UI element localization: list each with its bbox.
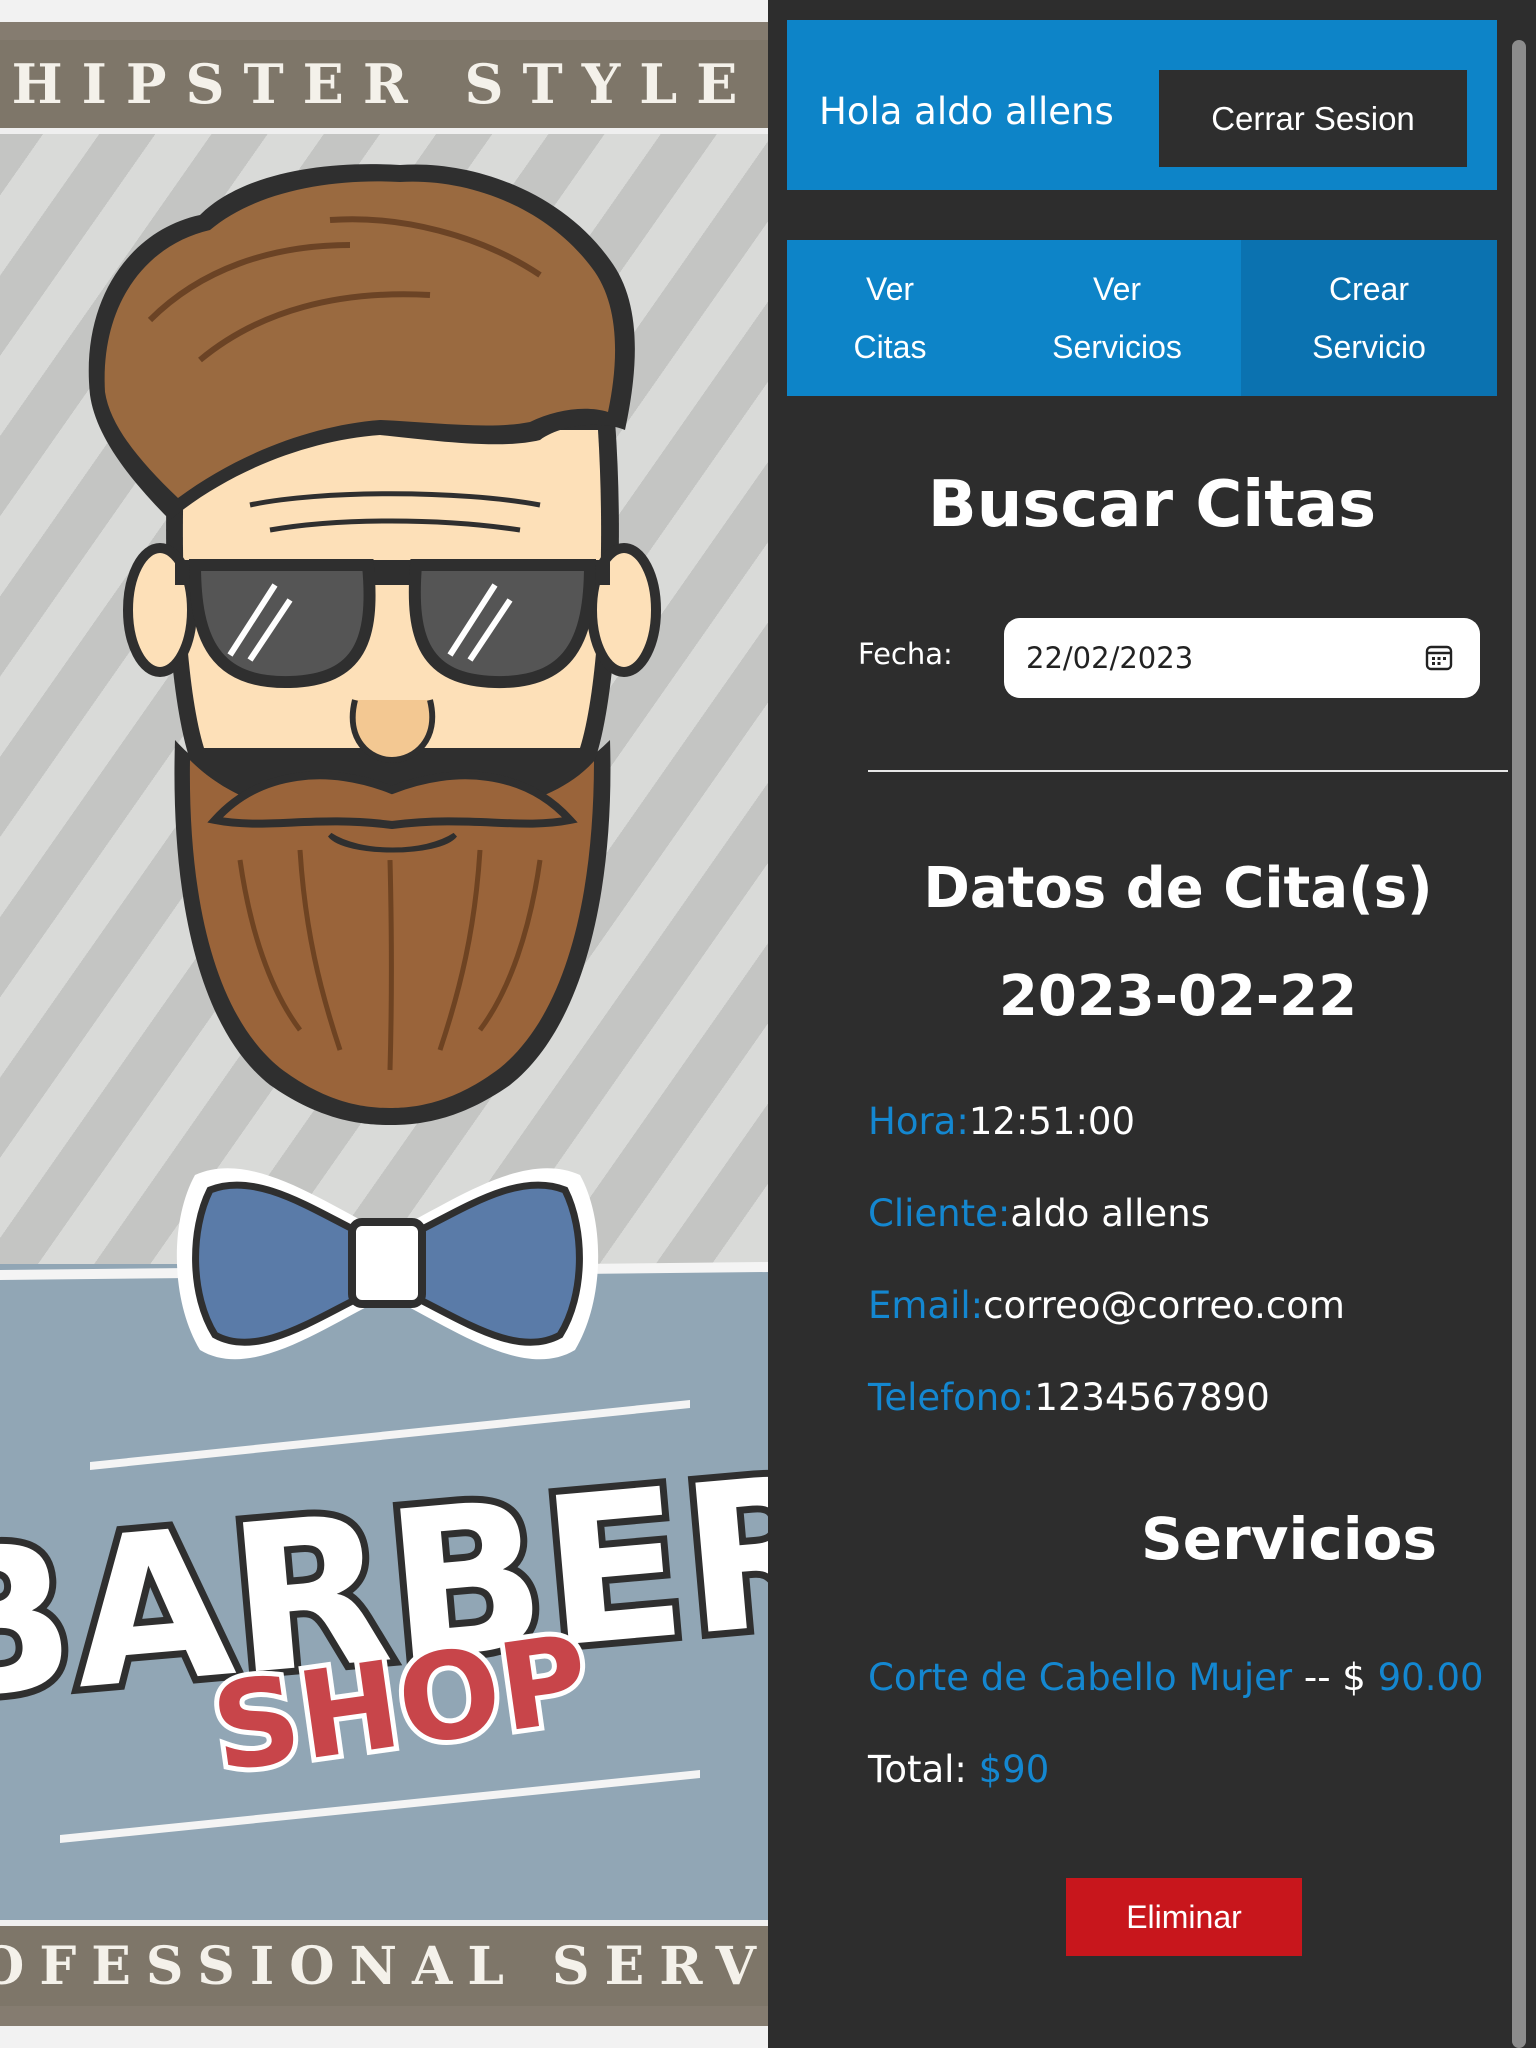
tab-crear-servicio[interactable]: Crear Servicio <box>1241 240 1497 396</box>
services-total: Total: $90 <box>868 1748 1049 1791</box>
field-value: 1234567890 <box>1034 1376 1270 1419</box>
nav-bar: Ver Citas Ver Servicios Crear Servicio <box>787 240 1497 396</box>
tab-ver-citas-line2: Citas <box>853 329 927 365</box>
barber-shop-logo: BARBER SHOP <box>0 1424 768 1804</box>
tab-crear-servicio-line1: Crear <box>1328 271 1409 307</box>
tab-ver-servicios[interactable]: Ver Servicios <box>993 240 1241 396</box>
logout-button[interactable]: Cerrar Sesion <box>1159 70 1467 167</box>
tab-ver-citas-line1: Ver <box>865 271 915 307</box>
greeting-text: Hola aldo allens <box>819 90 1114 133</box>
services-title: Servicios <box>1140 1505 1438 1573</box>
service-name: Corte de Cabello Mujer <box>868 1656 1293 1699</box>
appointment-field-email: Email:correo@correo.com <box>868 1284 1345 1327</box>
field-value: 12:51:00 <box>968 1100 1135 1143</box>
delete-button[interactable]: Eliminar <box>1066 1878 1302 1956</box>
date-label: Fecha: <box>858 637 953 671</box>
header-bar: Hola aldo allens Cerrar Sesion <box>787 20 1497 190</box>
tab-ver-servicios-line2: Servicios <box>1052 329 1182 365</box>
total-label: Total: <box>868 1748 979 1791</box>
poster-top-text: HIPSTER STYLE <box>11 52 757 116</box>
total-value: $90 <box>978 1748 1050 1791</box>
field-label: Cliente: <box>868 1192 1011 1235</box>
field-value: aldo allens <box>1010 1192 1210 1235</box>
poster-bottom-text: PROFESSIONAL SERVICE <box>0 1935 768 1997</box>
appointment-title: Datos de Cita(s) 2023-02-22 <box>923 856 1433 1029</box>
bowtie-icon <box>176 1168 599 1360</box>
field-value: correo@correo.com <box>983 1284 1345 1327</box>
appointment-field-telefono: Telefono:1234567890 <box>868 1376 1270 1419</box>
tab-crear-servicio-line2: Servicio <box>1312 329 1426 365</box>
appointment-field-hora: Hora:12:51:00 <box>868 1100 1135 1143</box>
field-label: Email: <box>868 1284 984 1327</box>
tab-ver-citas[interactable]: Ver Citas <box>787 240 993 396</box>
section-divider <box>868 770 1508 772</box>
field-label: Telefono: <box>868 1376 1035 1419</box>
poster-top-banner: HIPSTER STYLE <box>0 40 768 128</box>
search-title: Buscar Citas <box>927 468 1377 542</box>
date-input[interactable]: 22/02/2023 <box>1004 618 1480 698</box>
scrollbar[interactable] <box>1512 40 1526 2048</box>
field-label: Hora: <box>868 1100 969 1143</box>
date-input-value: 22/02/2023 <box>1026 641 1194 675</box>
barber-poster: HIPSTER STYLE PROFESSIONAL SERVICE <box>0 0 768 2048</box>
tab-ver-servicios-line1: Ver <box>1092 271 1142 307</box>
service-item: Corte de Cabello Mujer -- $ 90.00 <box>868 1656 1484 1699</box>
admin-panel: Hola aldo allens Cerrar Sesion Ver Citas… <box>768 0 1536 2048</box>
service-price: 90.00 <box>1377 1656 1484 1699</box>
service-separator: -- $ <box>1292 1656 1378 1699</box>
hipster-illustration: BARBER SHOP <box>0 164 768 1843</box>
poster-bottom-banner: PROFESSIONAL SERVICE <box>0 1926 768 2006</box>
appointment-field-cliente: Cliente:aldo allens <box>868 1192 1210 1235</box>
calendar-icon[interactable] <box>1424 642 1454 672</box>
